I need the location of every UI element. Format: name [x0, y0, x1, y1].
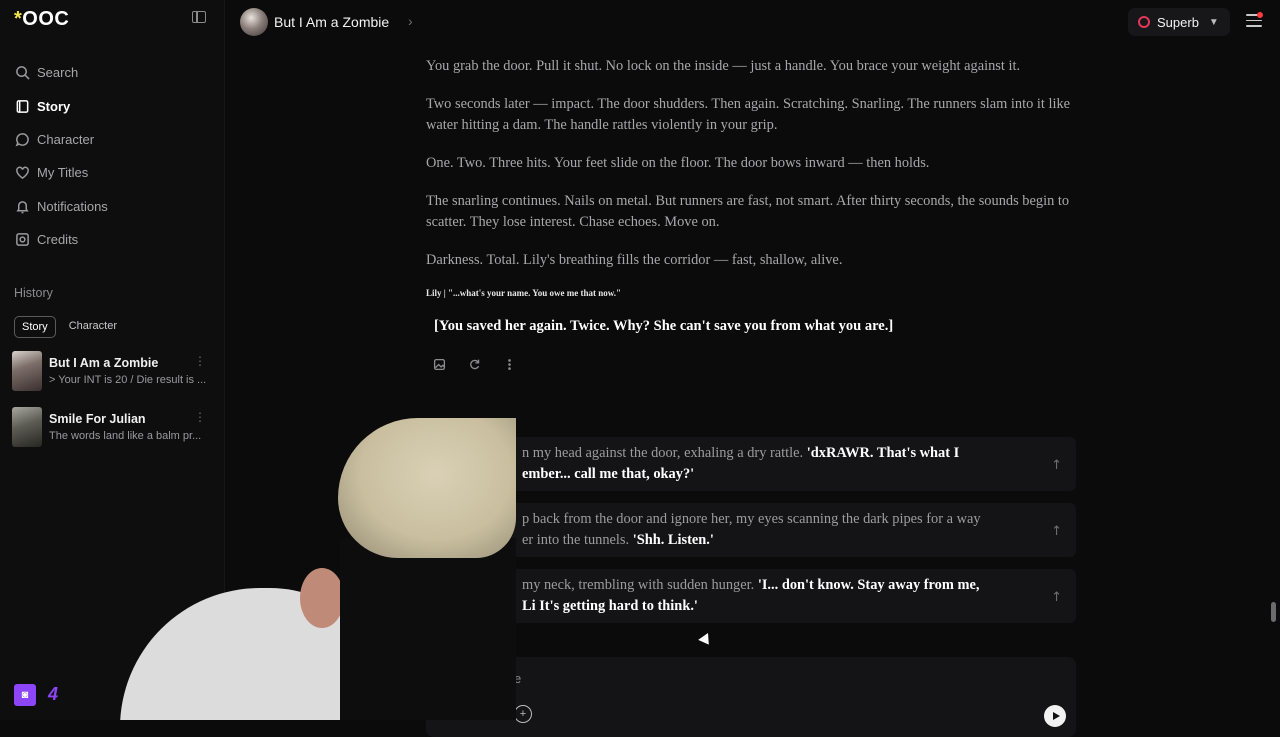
- sidebar-item-label: Credits: [37, 232, 79, 248]
- choice-action: p back from the door and ignore her, my …: [522, 511, 981, 527]
- viewer-count: 4: [48, 684, 59, 704]
- story-paragraph: The snarling continues. Nails on metal. …: [426, 193, 1070, 230]
- arrow-up-icon[interactable]: ↑: [1051, 455, 1062, 476]
- sidebar-item-my-titles[interactable]: My Titles: [0, 156, 224, 189]
- history-item-snippet: > Your INT is 20 / Die result is ...: [49, 374, 207, 386]
- story-paragraph: Two seconds later — impact. The door shu…: [426, 96, 1071, 133]
- sidebar-item-label: Character: [37, 131, 95, 147]
- model-label: Superb: [1157, 14, 1199, 30]
- more-options-icon[interactable]: ⋮: [194, 354, 206, 368]
- history-tab-character[interactable]: Character: [62, 316, 124, 338]
- story-thumbnail: [12, 407, 42, 447]
- scrollbar-thumb[interactable]: [1271, 602, 1276, 622]
- story-paragraph: You grab the door. Pull it shut. No lock…: [426, 58, 1021, 74]
- arrow-up-icon[interactable]: ↑: [1051, 521, 1062, 542]
- sidebar-item-search[interactable]: Search: [0, 56, 224, 89]
- chevron-down-icon: ▼: [1208, 16, 1219, 28]
- image-icon[interactable]: [432, 357, 447, 372]
- presenter-hair: [340, 538, 516, 720]
- history-item-title: But I Am a Zombie: [49, 356, 159, 370]
- choice-action: my neck, trembling with sudden hunger.: [522, 577, 755, 593]
- more-options-icon[interactable]: [502, 357, 517, 372]
- presenter-ear: [300, 568, 344, 628]
- sidebar-item-story[interactable]: Story: [0, 89, 224, 122]
- heart-icon: [14, 165, 30, 181]
- sidebar-item-character[interactable]: Character: [0, 123, 224, 156]
- character-dialogue: Lily | "...what's your name. You owe me …: [426, 288, 621, 298]
- choice-speech: 'I... don't know. Stay away from me,: [757, 577, 980, 593]
- choice-option[interactable]: p back from the door and ignore her, my …: [426, 503, 1076, 557]
- choice-list: n my head against the door, exhaling a d…: [426, 437, 1076, 635]
- bell-icon: [14, 198, 30, 214]
- choice-option[interactable]: n my head against the door, exhaling a d…: [426, 437, 1076, 491]
- choice-action: n my head against the door, exhaling a d…: [522, 445, 804, 461]
- top-bar: But I Am a Zombie › Superb ▼: [224, 0, 1280, 44]
- collapse-sidebar-icon[interactable]: [192, 11, 206, 23]
- webcam-overlay: [120, 418, 516, 720]
- story-paragraph: One. Two. Three hits. Your feet slide on…: [426, 155, 930, 171]
- story-thumbnail: [12, 351, 42, 391]
- sidebar-item-label: My Titles: [37, 165, 89, 181]
- story-paragraph: Darkness. Total. Lily's breathing fills …: [426, 252, 843, 268]
- sidebar-item-label: Notifications: [37, 198, 108, 214]
- history-tab-story[interactable]: Story: [14, 316, 56, 338]
- book-icon: [14, 98, 30, 114]
- story-avatar[interactable]: [240, 8, 268, 36]
- twitch-icon: ◙: [14, 684, 36, 706]
- choice-action: er into the tunnels.: [522, 532, 630, 548]
- history-heading: History: [14, 286, 53, 300]
- presenter-cap: [338, 418, 516, 558]
- history-tabs: Story Character: [14, 316, 124, 338]
- message-composer[interactable]: e +: [426, 657, 1076, 737]
- choice-speech: 'dxRAWR. That's what I: [806, 445, 960, 461]
- model-selector-button[interactable]: Superb ▼: [1128, 8, 1230, 36]
- system-message: [You saved her again. Twice. Why? She ca…: [434, 318, 894, 334]
- arrow-up-icon[interactable]: ↑: [1051, 587, 1062, 608]
- search-icon: [14, 65, 30, 81]
- sidebar-item-credits[interactable]: Credits: [0, 223, 224, 256]
- message-tools: [432, 357, 1078, 372]
- choice-speech: Li It's getting hard to think.': [522, 598, 698, 614]
- chevron-right-icon[interactable]: ›: [408, 13, 413, 29]
- story-content: You grab the door. Pull it shut. No lock…: [426, 56, 1078, 372]
- gem-icon: [1138, 16, 1150, 28]
- choice-speech: ember... call me that, okay?': [522, 466, 695, 482]
- story-title[interactable]: But I Am a Zombie: [274, 14, 389, 30]
- credits-icon: [14, 232, 30, 248]
- chat-icon: [14, 131, 30, 147]
- sidebar-item-label: Story: [37, 98, 71, 114]
- history-item[interactable]: But I Am a Zombie > Your INT is 20 / Die…: [12, 348, 212, 394]
- send-button[interactable]: [1044, 705, 1066, 727]
- choice-option[interactable]: my neck, trembling with sudden hunger. '…: [426, 569, 1076, 623]
- regenerate-icon[interactable]: [467, 357, 482, 372]
- sidebar-nav: Search Story Character My Titles Notific…: [0, 56, 224, 256]
- add-icon[interactable]: +: [514, 705, 532, 723]
- sidebar-item-label: Search: [37, 65, 79, 81]
- mouse-cursor-icon: [698, 633, 714, 649]
- sidebar-item-notifications[interactable]: Notifications: [0, 190, 224, 223]
- app-logo[interactable]: *OOC: [14, 8, 69, 31]
- notification-dot: [1257, 12, 1263, 18]
- choice-speech: 'Shh. Listen.': [632, 532, 714, 548]
